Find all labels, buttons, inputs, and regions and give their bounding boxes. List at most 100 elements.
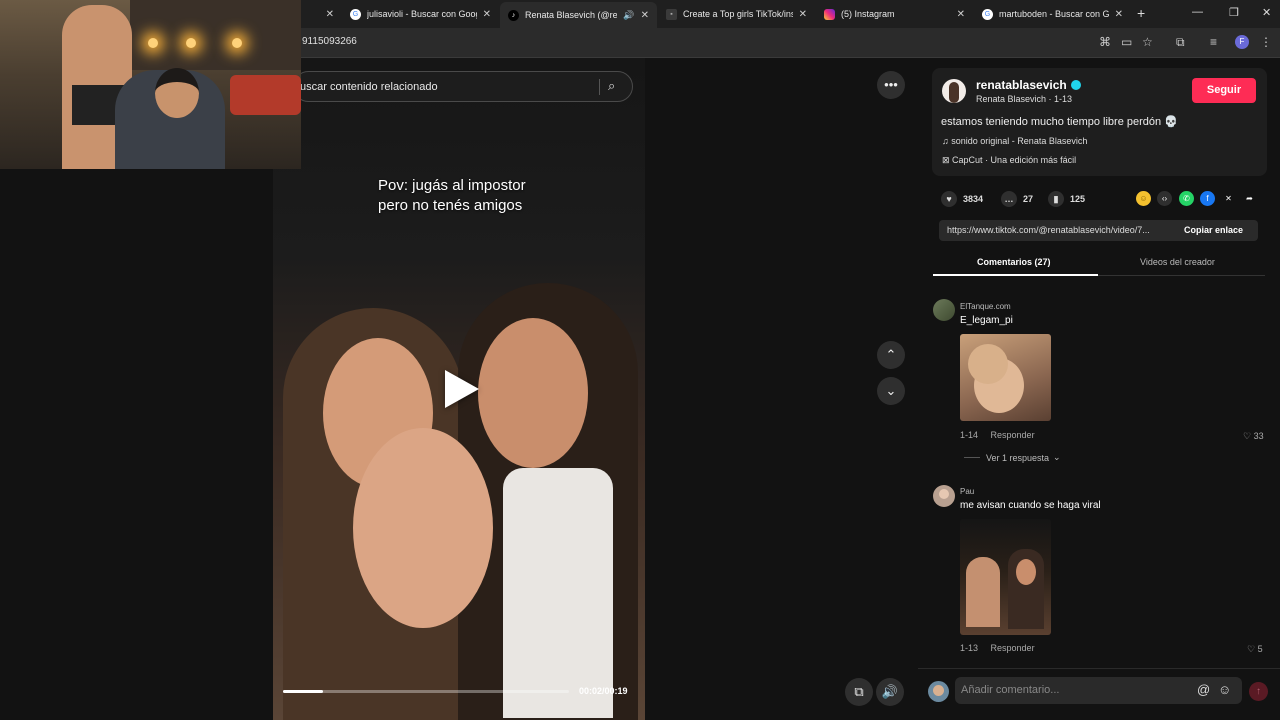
share-arrow-icon[interactable]: ➦ [1242,191,1257,206]
webcam-overlay [0,0,301,169]
comment-meta: 1-13 Responder [960,643,1035,653]
avatar[interactable] [942,79,966,103]
capcut-row[interactable]: ⊠ CapCut · Una edición más fácil [942,155,1076,166]
browser-tab[interactable]: G martuboden - Buscar con Goog ✕ [974,3,1131,25]
facebook-icon[interactable]: f [1200,191,1215,206]
mention-icon[interactable]: @ [1197,682,1210,697]
verified-icon [1071,80,1081,90]
close-window-icon[interactable]: ✕ [1262,6,1271,19]
sound-label: sonido original - Renata Blasevich [951,136,1088,146]
more-options-icon[interactable]: ••• [877,71,905,99]
chevron-down-icon: ⌄ [1053,452,1061,462]
browser-tab[interactable]: ✕ [302,3,342,25]
coin-icon[interactable]: ☺ [1136,191,1151,206]
emoji-icon[interactable]: ☺ [1218,682,1231,697]
reply-button[interactable]: Responder [991,643,1035,653]
pip-icon[interactable]: ⧉ [845,678,873,706]
close-tab-icon[interactable]: ✕ [326,9,334,20]
comment-date: 1-14 [960,430,979,440]
video-time: 00:02/00:19 [579,686,628,696]
comment-like-count: 33 [1253,431,1264,441]
previous-video-button[interactable]: ⌃ [877,341,905,369]
video-player[interactable]: Pov: jugás al impostor pero no tenés ami… [273,58,645,720]
minimize-icon[interactable]: — [1192,6,1203,18]
close-tab-icon[interactable]: ✕ [799,9,807,20]
comment-image[interactable] [960,519,1051,635]
comment-like-button[interactable]: ♡ 5 [1247,644,1263,655]
user-subtitle: Renata Blasevich · 1-13 [976,94,1073,104]
comment-icon: … [1001,191,1017,207]
next-video-button[interactable]: ⌄ [877,377,905,405]
send-comment-button[interactable]: ↑ [1249,682,1268,701]
close-tab-icon[interactable]: ✕ [1115,9,1123,20]
comment-input[interactable]: Añadir comentario... @ ☺ [955,677,1242,704]
browser-tab[interactable]: ▪ Create a Top girls TikTok/insta ✕ [658,3,815,25]
restore-icon[interactable]: ❐ [1229,6,1239,19]
x-icon[interactable]: ✕ [1221,191,1236,206]
tab-comments[interactable]: Comentarios (27) [977,257,1051,267]
sound-row[interactable]: ♫ sonido original - Renata Blasevich [942,136,1087,146]
cast-icon[interactable]: ▭ [1121,35,1132,49]
tiktok-icon: ♪ [508,9,519,21]
browser-tab[interactable]: (5) Instagram ✕ [816,3,973,25]
new-tab-button[interactable]: + [1137,5,1145,21]
speaker-icon[interactable]: 🔊 [623,10,634,21]
generic-icon: ▪ [666,8,677,20]
comment-text: E_legam_pi [960,315,1013,326]
whatsapp-icon[interactable]: ✆ [1179,191,1194,206]
browser-tab-active[interactable]: ♪ Renata Blasevich (@renata 🔊 ✕ [500,2,657,28]
comment-avatar[interactable] [933,299,955,321]
copy-link-button[interactable]: Copiar enlace [1184,225,1243,235]
comment-text: me avisan cuando se haga viral [960,500,1101,511]
progress-fill [283,690,324,693]
related-search-input[interactable]: uscar contenido relacionado ⌕ [293,71,633,102]
close-tab-icon[interactable]: ✕ [641,10,649,21]
like-count: 3834 [963,194,984,204]
media-control-icon[interactable]: ≡ [1210,35,1217,49]
my-avatar[interactable] [928,681,949,702]
share-link-url[interactable]: https://www.tiktok.com/@renatablasevich/… [947,225,1172,235]
profile-avatar[interactable]: F [1235,35,1249,49]
tab-title: Create a Top girls TikTok/insta [683,9,793,19]
comment-avatar[interactable] [933,485,955,507]
view-replies-button[interactable]: Ver 1 respuesta ⌄ [964,452,1061,463]
url-text[interactable]: 9115093266 [302,36,357,47]
extensions-icon[interactable]: ⧉ [1176,35,1185,50]
view-replies-label: Ver 1 respuesta [986,452,1050,463]
close-tab-icon[interactable]: ✕ [957,9,965,20]
tab-creator-videos[interactable]: Videos del creador [1140,257,1215,267]
comment-button[interactable]: … 27 [1001,191,1033,207]
volume-icon[interactable]: 🔊 [876,678,904,706]
save-button[interactable]: ▮ 125 [1048,191,1085,207]
menu-dots-icon[interactable]: ⋮ [1260,35,1272,49]
follow-button[interactable]: Seguir [1192,78,1256,103]
instagram-icon [824,8,835,20]
search-icon[interactable]: ⌕ [608,78,615,94]
like-button[interactable]: ♥ 3834 [941,191,983,207]
comment-author[interactable]: Pau [960,487,974,496]
translate-icon[interactable]: ⌘ [1099,35,1111,49]
heart-icon: ♥ [941,191,957,207]
comment-placeholder: Añadir comentario... [961,684,1060,696]
comment-like-button[interactable]: ♡ 33 [1243,431,1264,442]
reply-button[interactable]: Responder [991,430,1035,440]
google-icon: G [350,8,361,20]
comment-date: 1-13 [960,643,979,653]
close-tab-icon[interactable]: ✕ [483,9,491,20]
post-description: estamos teniendo mucho tiempo libre perd… [941,116,1178,128]
bookmark-star-icon[interactable]: ☆ [1142,35,1153,49]
play-icon[interactable] [445,370,479,408]
browser-tab[interactable]: G julisavioli - Buscar con Google ✕ [342,3,499,25]
search-placeholder: uscar contenido relacionado [300,81,438,93]
share-link-box: https://www.tiktok.com/@renatablasevich/… [939,220,1258,241]
capcut-label: CapCut · Una edición más fácil [952,155,1077,165]
username[interactable]: renatablasevich [976,78,1067,92]
comment-author[interactable]: ElTanque.com [960,302,1011,311]
active-tab-underline [933,274,1098,276]
capcut-icon: ⊠ [942,155,953,165]
caption-line: pero no tenés amigos [378,197,523,214]
embed-icon[interactable]: ‹› [1157,191,1172,206]
video-progress-bar[interactable] [283,690,569,693]
tab-title: Renata Blasevich (@renata [525,10,618,20]
comment-image[interactable] [960,334,1051,421]
